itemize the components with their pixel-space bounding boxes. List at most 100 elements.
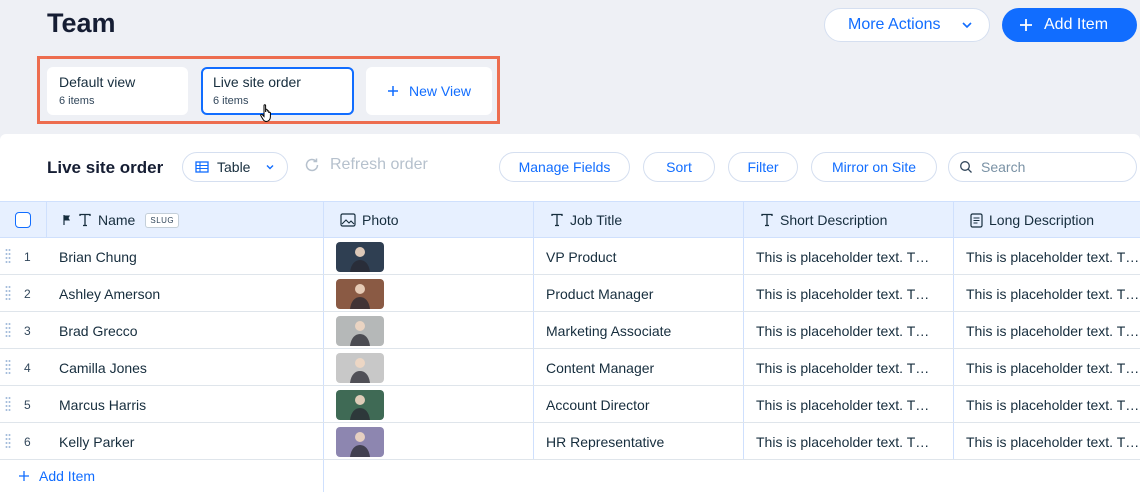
search-input[interactable]: Search xyxy=(948,152,1137,182)
photo-thumbnail xyxy=(336,352,384,383)
filter-button[interactable]: Filter xyxy=(728,152,798,182)
table-header: Name SLUG Photo Job Title Short Descript… xyxy=(0,201,1140,238)
search-icon xyxy=(960,161,972,173)
cell-name[interactable]: Brad Grecco xyxy=(59,312,319,349)
add-item-row-label: Add Item xyxy=(39,468,96,484)
cell-long-description[interactable]: This is placeholder text. T… xyxy=(966,349,1140,386)
cell-long-description[interactable]: This is placeholder text. T… xyxy=(966,275,1140,312)
chevron-down-icon xyxy=(962,22,972,29)
text-field-icon xyxy=(551,213,563,227)
drag-handle-icon[interactable] xyxy=(5,312,15,349)
page-title: Team xyxy=(47,8,116,38)
cell-long-description[interactable]: This is placeholder text. T… xyxy=(966,386,1140,423)
sort-label: Sort xyxy=(666,159,692,175)
drag-handle-icon[interactable] xyxy=(5,275,15,312)
cell-name[interactable]: Camilla Jones xyxy=(59,349,319,386)
flag-icon xyxy=(63,215,70,225)
image-icon xyxy=(340,213,356,227)
collection-panel: Live site order Table Refresh order Mana… xyxy=(0,134,1140,492)
cell-short-description[interactable]: This is placeholder text. T… xyxy=(756,312,946,349)
layout-select[interactable]: Table xyxy=(182,152,288,182)
plus-icon xyxy=(19,471,29,481)
search-placeholder: Search xyxy=(981,159,1026,175)
mirror-on-site-label: Mirror on Site xyxy=(831,159,917,175)
cell-job-title[interactable]: VP Product xyxy=(546,238,736,275)
view-title: Live site order xyxy=(47,158,164,177)
column-header-name[interactable]: Name SLUG xyxy=(62,202,180,238)
cell-job-title[interactable]: Account Director xyxy=(546,386,736,423)
table-row[interactable]: 4 Camilla Jones Content Manager This is … xyxy=(0,349,1140,386)
rich-text-icon xyxy=(970,212,983,228)
cell-short-description[interactable]: This is placeholder text. T… xyxy=(756,423,946,460)
drag-handle-icon[interactable] xyxy=(5,349,15,386)
slug-badge: SLUG xyxy=(145,212,180,228)
mirror-on-site-button[interactable]: Mirror on Site xyxy=(811,152,937,182)
new-view-label: New View xyxy=(409,83,471,99)
cell-photo[interactable] xyxy=(336,275,384,312)
cell-photo[interactable] xyxy=(336,423,384,460)
text-field-icon xyxy=(761,213,773,227)
column-header-photo[interactable]: Photo xyxy=(340,202,399,238)
photo-thumbnail xyxy=(336,315,384,346)
cell-short-description[interactable]: This is placeholder text. T… xyxy=(756,238,946,275)
filter-label: Filter xyxy=(747,159,779,175)
table-row[interactable]: 6 Kelly Parker HR Representative This is… xyxy=(0,423,1140,460)
cell-job-title[interactable]: HR Representative xyxy=(546,423,736,460)
drag-handle-icon[interactable] xyxy=(5,238,15,275)
row-number: 2 xyxy=(24,286,31,301)
cell-job-title[interactable]: Content Manager xyxy=(546,349,736,386)
cell-long-description[interactable]: This is placeholder text. T… xyxy=(966,312,1140,349)
add-item-row-button[interactable]: Add Item xyxy=(18,468,95,484)
chevron-down-icon xyxy=(266,165,274,170)
photo-thumbnail xyxy=(336,389,384,420)
drag-handle-icon[interactable] xyxy=(5,386,15,423)
plus-icon xyxy=(1018,17,1034,33)
column-label: Short Description xyxy=(780,212,888,228)
row-number: 1 xyxy=(24,249,31,264)
refresh-order-button[interactable]: Refresh order xyxy=(303,156,428,174)
cell-short-description[interactable]: This is placeholder text. T… xyxy=(756,275,946,312)
column-header-long-description[interactable]: Long Description xyxy=(970,202,1094,238)
column-header-job-title[interactable]: Job Title xyxy=(550,202,622,238)
column-label: Job Title xyxy=(570,212,623,228)
column-header-short-description[interactable]: Short Description xyxy=(760,202,887,238)
cell-long-description[interactable]: This is placeholder text. T… xyxy=(966,423,1140,460)
cell-job-title[interactable]: Marketing Associate xyxy=(546,312,736,349)
cell-name[interactable]: Brian Chung xyxy=(59,238,319,275)
cell-short-description[interactable]: This is placeholder text. T… xyxy=(756,349,946,386)
view-count: 6 items xyxy=(213,95,249,107)
table-row[interactable]: 1 Brian Chung VP Product This is placeho… xyxy=(0,238,1140,275)
sort-button[interactable]: Sort xyxy=(643,152,715,182)
photo-thumbnail xyxy=(336,426,384,457)
table-row[interactable]: 5 Marcus Harris Account Director This is… xyxy=(0,386,1140,423)
manage-fields-button[interactable]: Manage Fields xyxy=(499,152,630,182)
view-tab-default[interactable]: Default view 6 items xyxy=(47,67,188,115)
view-count: 6 items xyxy=(59,95,95,107)
select-all-checkbox[interactable] xyxy=(15,202,31,238)
cell-job-title[interactable]: Product Manager xyxy=(546,275,736,312)
cell-photo[interactable] xyxy=(336,238,384,275)
refresh-icon xyxy=(305,158,319,172)
view-tab-live-site-order[interactable]: Live site order 6 items xyxy=(201,67,354,115)
cell-photo[interactable] xyxy=(336,349,384,386)
more-actions-button[interactable]: More Actions xyxy=(824,8,990,42)
add-item-button[interactable]: Add Item xyxy=(1002,8,1137,42)
add-item-label: Add Item xyxy=(1044,16,1109,33)
view-name: Live site order xyxy=(213,74,301,90)
drag-handle-icon[interactable] xyxy=(5,423,15,460)
cell-short-description[interactable]: This is placeholder text. T… xyxy=(756,386,946,423)
cell-name[interactable]: Kelly Parker xyxy=(59,423,319,460)
cell-photo[interactable] xyxy=(336,386,384,423)
new-view-button[interactable]: New View xyxy=(366,67,492,115)
column-label: Photo xyxy=(362,212,399,228)
layout-select-label: Table xyxy=(217,159,251,175)
table-row[interactable]: 2 Ashley Amerson Product Manager This is… xyxy=(0,275,1140,312)
text-field-icon xyxy=(79,213,91,227)
hand-cursor-icon xyxy=(260,104,271,122)
cell-photo[interactable] xyxy=(336,312,384,349)
cell-long-description[interactable]: This is placeholder text. T… xyxy=(966,238,1140,275)
column-label: Long Description xyxy=(989,212,1095,228)
table-row[interactable]: 3 Brad Grecco Marketing Associate This i… xyxy=(0,312,1140,349)
cell-name[interactable]: Marcus Harris xyxy=(59,386,319,423)
cell-name[interactable]: Ashley Amerson xyxy=(59,275,319,312)
